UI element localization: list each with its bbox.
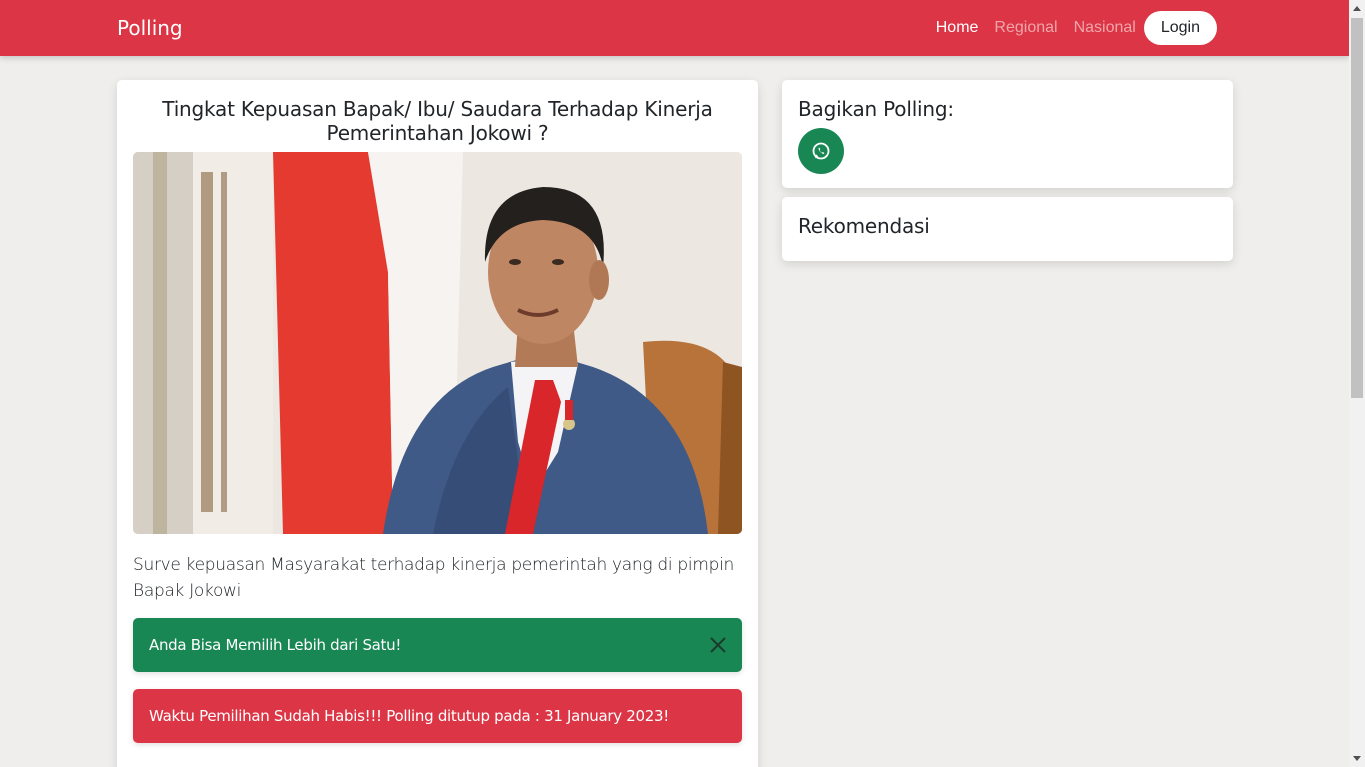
whatsapp-share-button[interactable] — [798, 128, 844, 174]
poll-description: Surve kepuasan Masyarakat terhadap kiner… — [133, 555, 734, 601]
scroll-down-arrow-icon[interactable] — [1349, 751, 1365, 767]
scrollbar[interactable] — [1349, 0, 1365, 767]
navbar: Polling Home Regional Nasional Login — [0, 0, 1349, 56]
poll-photo-illustration — [133, 152, 742, 534]
scroll-thumb[interactable] — [1351, 18, 1363, 398]
poll-closed-alert-text: Waktu Pemilihan Sudah Habis!!! Polling d… — [149, 707, 669, 725]
multi-choice-alert-text: Anda Bisa Memilih Lebih dari Satu! — [149, 636, 402, 654]
nav-link-regional[interactable]: Regional — [986, 11, 1065, 45]
login-button[interactable]: Login — [1143, 11, 1217, 45]
share-card: Bagikan Polling: — [782, 80, 1233, 188]
recommendation-heading: Rekomendasi — [798, 214, 930, 238]
close-alert-button[interactable] — [708, 635, 728, 655]
poll-title: Tingkat Kepuasan Bapak/ Ibu/ Saudara Ter… — [162, 97, 713, 145]
poll-photo — [133, 152, 742, 534]
recommendation-card: Rekomendasi — [782, 197, 1233, 261]
brand-logo[interactable]: Polling — [117, 16, 183, 40]
nav-link-nasional[interactable]: Nasional — [1066, 11, 1144, 45]
nav-link-home[interactable]: Home — [928, 11, 987, 45]
close-icon — [710, 637, 726, 653]
multi-choice-alert: Anda Bisa Memilih Lebih dari Satu! — [133, 618, 742, 672]
scroll-up-arrow-icon[interactable] — [1349, 0, 1365, 16]
poll-card: Tingkat Kepuasan Bapak/ Ibu/ Saudara Ter… — [117, 80, 758, 767]
share-heading: Bagikan Polling: — [798, 97, 954, 121]
nav-menu: Home Regional Nasional Login — [928, 11, 1217, 45]
poll-closed-alert: Waktu Pemilihan Sudah Habis!!! Polling d… — [133, 689, 742, 743]
whatsapp-icon — [812, 142, 830, 160]
